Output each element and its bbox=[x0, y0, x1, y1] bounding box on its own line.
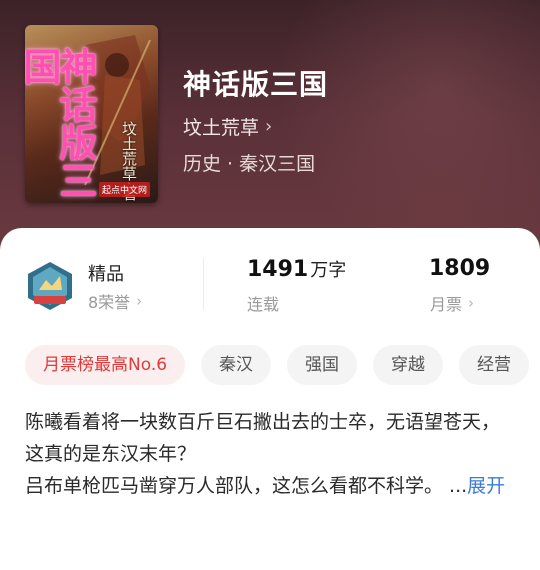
tag-ranking[interactable]: 月票榜最高No.6 bbox=[25, 345, 186, 385]
cover-publisher-text: 起点中文网 bbox=[99, 182, 151, 197]
stats-divider bbox=[203, 258, 204, 310]
honors-count: 8荣誉 bbox=[88, 293, 131, 312]
word-count-number: 1491 bbox=[247, 257, 309, 282]
expand-link[interactable]: 展开 bbox=[467, 475, 505, 497]
tag-item[interactable]: 穿越 bbox=[373, 345, 444, 385]
book-cover[interactable]: 神话版三国 坟土荒草·著 起点中文网 bbox=[25, 25, 158, 203]
serial-status: 连载 bbox=[247, 291, 279, 315]
description-line-1: 陈曦看着将一块数百斤巨石撇出去的士卒，无语望苍天，这真的是东汉末年？ bbox=[25, 411, 501, 465]
quality-badge-icon bbox=[28, 262, 72, 310]
tag-item[interactable]: 强国 bbox=[287, 345, 358, 385]
chevron-right-icon: › bbox=[468, 294, 475, 312]
author-link[interactable]: 坟土荒草 › bbox=[183, 113, 272, 140]
book-genre: 历史 · 秦汉三国 bbox=[183, 153, 316, 175]
monthly-ticket-label: 月票 bbox=[430, 295, 463, 314]
honors-link[interactable]: 8荣誉 › bbox=[88, 289, 142, 313]
author-name: 坟土荒草 bbox=[183, 117, 260, 139]
book-info-card: 精品 8荣誉 › 1491 万字 连载 1809 月票 › 月票榜最高No.6 秦… bbox=[0, 228, 540, 570]
word-count-unit: 万字 bbox=[310, 260, 347, 281]
word-count: 1491 万字 bbox=[247, 256, 346, 282]
monthly-ticket-count: 1809 bbox=[429, 256, 491, 281]
serial-status-label: 连载 bbox=[247, 295, 280, 314]
tag-item[interactable]: 秦汉 bbox=[201, 345, 272, 385]
book-description: 陈曦看着将一块数百斤巨石撇出去的士卒，无语望苍天，这真的是东汉末年？ 吕布单枪匹… bbox=[25, 406, 517, 502]
tag-list: 月票榜最高No.6 秦汉 强国 穿越 经营 bbox=[25, 345, 540, 385]
book-header: 神话版三国 坟土荒草·著 起点中文网 神话版三国 坟土荒草 › 历史 · 秦汉三… bbox=[0, 0, 540, 260]
chevron-right-icon: › bbox=[265, 116, 273, 137]
monthly-ticket-link[interactable]: 月票 › bbox=[430, 291, 474, 315]
chevron-right-icon: › bbox=[136, 292, 143, 310]
quality-label: 精品 bbox=[88, 264, 124, 285]
tag-item[interactable]: 经营 bbox=[459, 345, 530, 385]
description-line-2: 吕布单枪匹马凿穿万人部队，这怎么看都不科学。 ... bbox=[25, 475, 468, 497]
book-title: 神话版三国 bbox=[183, 68, 329, 101]
cover-title-text: 神话版三国 bbox=[25, 47, 98, 199]
